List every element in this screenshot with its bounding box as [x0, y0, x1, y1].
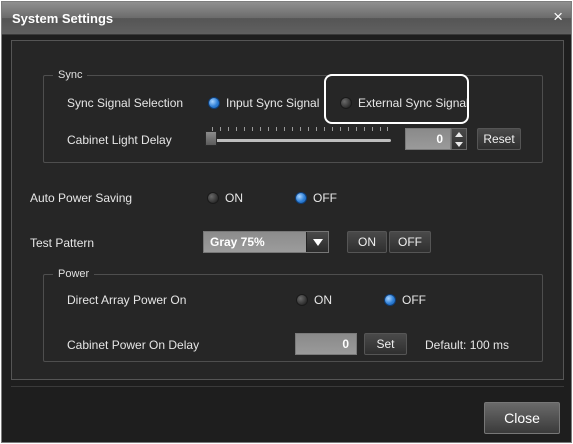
test-pattern-on-button[interactable]: ON — [347, 231, 387, 253]
radio-selected-icon — [295, 192, 307, 204]
auto-power-saving-on-label: ON — [225, 191, 243, 205]
radio-unselected-icon — [207, 192, 219, 204]
set-button[interactable]: Set — [364, 333, 407, 355]
direct-array-on-radio[interactable]: ON — [296, 293, 332, 307]
auto-power-saving-on-radio[interactable]: ON — [207, 191, 243, 205]
settings-panel: Sync Sync Signal Selection Input Sync Si… — [11, 40, 564, 380]
default-delay-text: Default: 100 ms — [425, 338, 510, 352]
cabinet-light-delay-spinner[interactable] — [451, 128, 467, 150]
reset-button[interactable]: Reset — [477, 128, 521, 150]
test-pattern-off-button[interactable]: OFF — [389, 231, 431, 253]
close-icon[interactable]: × — [553, 8, 563, 26]
external-sync-highlight — [324, 74, 469, 124]
dialog-title: System Settings — [12, 11, 114, 26]
radio-selected-icon — [208, 97, 220, 109]
spin-down-icon[interactable] — [452, 139, 466, 149]
system-settings-dialog: System Settings × Sync Sync Signal Selec… — [1, 1, 572, 443]
test-pattern-label: Test Pattern — [30, 236, 95, 250]
test-pattern-select[interactable]: Gray 75% — [203, 231, 329, 253]
sync-signal-selection-label: Sync Signal Selection — [67, 96, 184, 110]
direct-array-on-label: ON — [314, 293, 332, 307]
input-sync-signal-label: Input Sync Signal — [226, 96, 320, 110]
title-bar[interactable]: System Settings × — [2, 2, 571, 35]
close-button[interactable]: Close — [484, 402, 560, 434]
input-sync-signal-radio[interactable]: Input Sync Signal — [208, 96, 319, 110]
auto-power-saving-off-radio[interactable]: OFF — [295, 191, 337, 205]
spin-up-icon[interactable] — [452, 129, 466, 139]
direct-array-off-radio[interactable]: OFF — [384, 293, 426, 307]
power-legend: Power — [53, 267, 95, 281]
sync-legend: Sync — [53, 68, 88, 82]
cabinet-light-delay-slider-thumb[interactable] — [205, 131, 217, 146]
cabinet-power-on-delay-label: Cabinet Power On Delay — [67, 338, 200, 352]
cabinet-light-delay-ticks — [212, 127, 388, 133]
cabinet-light-delay-label: Cabinet Light Delay — [67, 133, 172, 147]
footer-separator — [11, 386, 564, 387]
auto-power-saving-label: Auto Power Saving — [30, 191, 133, 205]
test-pattern-value: Gray 75% — [210, 235, 265, 249]
cabinet-light-delay-field[interactable]: 0 — [405, 128, 451, 150]
chevron-down-icon[interactable] — [306, 232, 328, 252]
cabinet-power-on-delay-field[interactable]: 0 — [295, 333, 357, 355]
direct-array-off-label: OFF — [402, 293, 426, 307]
radio-selected-icon — [384, 294, 396, 306]
radio-unselected-icon — [296, 294, 308, 306]
cabinet-light-delay-slider-track[interactable] — [207, 139, 391, 142]
direct-array-power-on-label: Direct Array Power On — [67, 293, 187, 307]
auto-power-saving-off-label: OFF — [313, 191, 337, 205]
